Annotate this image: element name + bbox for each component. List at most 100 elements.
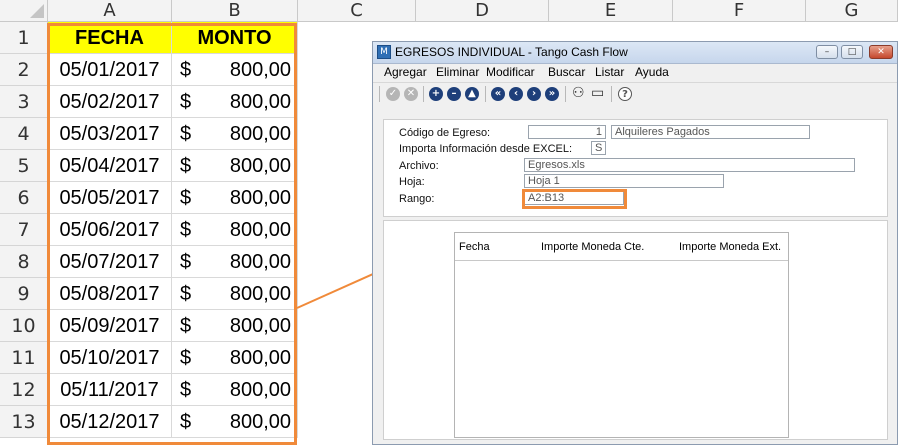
maximize-icon[interactable]: □ bbox=[841, 45, 863, 59]
menu-buscar[interactable]: Buscar bbox=[548, 63, 585, 81]
add-icon[interactable]: + bbox=[429, 87, 443, 101]
help-icon[interactable]: ? bbox=[618, 87, 632, 101]
currency-symbol: $ bbox=[180, 315, 192, 337]
row-header[interactable]: 1 bbox=[0, 22, 48, 54]
title-bar[interactable]: M EGRESOS INDIVIDUAL - Tango Cash Flow –… bbox=[373, 42, 897, 64]
previous-icon[interactable]: ‹ bbox=[509, 87, 523, 101]
select-all-corner[interactable] bbox=[0, 0, 48, 22]
currency-symbol: $ bbox=[180, 283, 192, 305]
amount-value: 800,00 bbox=[229, 59, 291, 81]
amount-cell[interactable]: $800,00 bbox=[172, 278, 298, 310]
last-icon[interactable]: » bbox=[545, 87, 559, 101]
hoja-field[interactable]: Hoja 1 bbox=[524, 174, 724, 188]
toolbar-separator bbox=[379, 86, 380, 102]
amount-value: 800,00 bbox=[229, 411, 291, 433]
menu-listar[interactable]: Listar bbox=[595, 63, 624, 81]
date-cell[interactable]: 05/03/2017 bbox=[48, 118, 172, 150]
header-cell-monto[interactable]: MONTO bbox=[172, 22, 298, 54]
row-header[interactable]: 2 bbox=[0, 54, 48, 86]
row-header[interactable]: 7 bbox=[0, 214, 48, 246]
currency-symbol: $ bbox=[180, 379, 192, 401]
amount-cell[interactable]: $800,00 bbox=[172, 54, 298, 86]
amount-cell[interactable]: $800,00 bbox=[172, 246, 298, 278]
amount-cell[interactable]: $800,00 bbox=[172, 406, 298, 438]
column-header-g[interactable]: G bbox=[806, 0, 898, 22]
remove-icon[interactable]: – bbox=[447, 87, 461, 101]
row-header[interactable]: 3 bbox=[0, 86, 48, 118]
minimize-icon[interactable]: – bbox=[816, 45, 838, 59]
amount-cell[interactable]: $800,00 bbox=[172, 150, 298, 182]
codigo-number-field[interactable]: 1 bbox=[528, 125, 606, 139]
row-header[interactable]: 8 bbox=[0, 246, 48, 278]
amount-cell[interactable]: $800,00 bbox=[172, 214, 298, 246]
date-cell[interactable]: 05/07/2017 bbox=[48, 246, 172, 278]
screen-icon[interactable]: ▭ bbox=[591, 85, 604, 101]
amount-value: 800,00 bbox=[229, 251, 291, 273]
row-header[interactable]: 9 bbox=[0, 278, 48, 310]
amount-value: 800,00 bbox=[229, 315, 291, 337]
date-cell[interactable]: 05/08/2017 bbox=[48, 278, 172, 310]
codigo-label: Código de Egreso: bbox=[399, 127, 491, 139]
amount-cell[interactable]: $800,00 bbox=[172, 342, 298, 374]
currency-symbol: $ bbox=[180, 347, 192, 369]
amount-cell[interactable]: $800,00 bbox=[172, 118, 298, 150]
row-header[interactable]: 6 bbox=[0, 182, 48, 214]
amount-cell[interactable]: $800,00 bbox=[172, 374, 298, 406]
amount-cell[interactable]: $800,00 bbox=[172, 310, 298, 342]
column-header-b[interactable]: B bbox=[172, 0, 298, 22]
first-icon[interactable]: « bbox=[491, 87, 505, 101]
rango-highlight bbox=[522, 189, 627, 209]
cancel-icon[interactable]: ✕ bbox=[404, 87, 418, 101]
close-icon[interactable]: ✕ bbox=[869, 45, 893, 59]
date-cell[interactable]: 05/10/2017 bbox=[48, 342, 172, 374]
find-icon[interactable]: ⚇ bbox=[572, 85, 585, 101]
row-header[interactable]: 13 bbox=[0, 406, 48, 438]
row-header[interactable]: 5 bbox=[0, 150, 48, 182]
date-cell[interactable]: 05/01/2017 bbox=[48, 54, 172, 86]
next-icon[interactable]: › bbox=[527, 87, 541, 101]
column-header-d[interactable]: D bbox=[416, 0, 549, 22]
grid-header-divider bbox=[455, 260, 788, 261]
date-cell[interactable]: 05/04/2017 bbox=[48, 150, 172, 182]
row-header[interactable]: 11 bbox=[0, 342, 48, 374]
row-header[interactable]: 12 bbox=[0, 374, 48, 406]
column-header-e[interactable]: E bbox=[549, 0, 673, 22]
archivo-field[interactable]: Egresos.xls bbox=[524, 158, 855, 172]
up-icon[interactable]: ▲ bbox=[465, 87, 479, 101]
currency-symbol: $ bbox=[180, 91, 192, 113]
row-header[interactable]: 4 bbox=[0, 118, 48, 150]
confirm-icon[interactable]: ✓ bbox=[386, 87, 400, 101]
date-cell[interactable]: 05/12/2017 bbox=[48, 406, 172, 438]
importa-label: Importa Información desde EXCEL: bbox=[399, 143, 573, 155]
date-cell[interactable]: 05/09/2017 bbox=[48, 310, 172, 342]
menu-agregar[interactable]: Agregar bbox=[384, 63, 427, 81]
amount-value: 800,00 bbox=[229, 219, 291, 241]
importa-field[interactable]: S bbox=[591, 141, 606, 155]
menu-eliminar[interactable]: Eliminar bbox=[436, 63, 479, 81]
amount-cell[interactable]: $800,00 bbox=[172, 182, 298, 214]
column-header-a[interactable]: A bbox=[48, 0, 172, 22]
date-cell[interactable]: 05/05/2017 bbox=[48, 182, 172, 214]
header-cell-fecha[interactable]: FECHA bbox=[48, 22, 172, 54]
date-cell[interactable]: 05/02/2017 bbox=[48, 86, 172, 118]
currency-symbol: $ bbox=[180, 219, 192, 241]
amount-value: 800,00 bbox=[229, 379, 291, 401]
column-header-f[interactable]: F bbox=[673, 0, 806, 22]
currency-symbol: $ bbox=[180, 411, 192, 433]
column-header-c[interactable]: C bbox=[298, 0, 416, 22]
row-header[interactable]: 10 bbox=[0, 310, 48, 342]
date-cell[interactable]: 05/11/2017 bbox=[48, 374, 172, 406]
amount-value: 800,00 bbox=[229, 187, 291, 209]
menu-modificar[interactable]: Modificar bbox=[486, 63, 535, 81]
date-cell[interactable]: 05/06/2017 bbox=[48, 214, 172, 246]
amount-cell[interactable]: $800,00 bbox=[172, 86, 298, 118]
codigo-description-field[interactable]: Alquileres Pagados bbox=[611, 125, 810, 139]
amount-value: 800,00 bbox=[229, 123, 291, 145]
import-grid[interactable]: Fecha Importe Moneda Cte. Importe Moneda… bbox=[454, 232, 789, 438]
toolbar-separator bbox=[611, 86, 612, 102]
hoja-label: Hoja: bbox=[399, 176, 425, 188]
amount-value: 800,00 bbox=[229, 283, 291, 305]
menu-ayuda[interactable]: Ayuda bbox=[635, 63, 669, 81]
toolbar-separator bbox=[565, 86, 566, 102]
dialog-window: M EGRESOS INDIVIDUAL - Tango Cash Flow –… bbox=[372, 41, 898, 445]
